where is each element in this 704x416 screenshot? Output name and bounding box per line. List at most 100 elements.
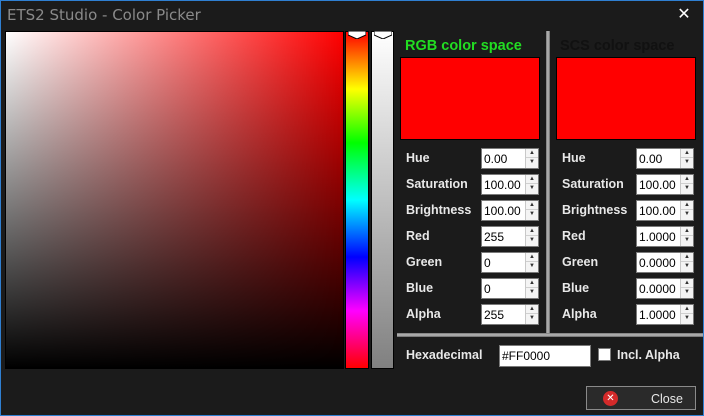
arrow-down-icon[interactable]: ▼ (526, 158, 538, 167)
arrow-down-icon[interactable]: ▼ (526, 236, 538, 245)
scs-brightness-label: Brightness (562, 203, 628, 217)
rgb-alpha-value[interactable]: 255 (484, 308, 504, 322)
spin-buttons: ▲ ▼ (680, 227, 693, 246)
incl-alpha-label: Incl. Alpha (617, 348, 680, 362)
scs-saturation-stepper[interactable]: 100.00 ▲ ▼ (636, 174, 694, 195)
hue-slider-marker-icon[interactable] (348, 31, 366, 39)
rgb-blue-stepper[interactable]: 0 ▲ ▼ (481, 278, 539, 299)
spin-buttons: ▲ ▼ (680, 149, 693, 168)
rgb-blue-value[interactable]: 0 (484, 282, 491, 296)
color-picker-window: ETS2 Studio - Color Picker ✕ RGB color s… (0, 0, 704, 416)
rgb-red-stepper[interactable]: 255 ▲ ▼ (481, 226, 539, 247)
spin-buttons: ▲ ▼ (680, 279, 693, 298)
spin-buttons: ▲ ▼ (680, 253, 693, 272)
arrow-down-icon[interactable]: ▼ (681, 262, 693, 271)
rgb-saturation-value[interactable]: 100.00 (484, 178, 521, 192)
arrow-up-icon[interactable]: ▲ (681, 149, 693, 158)
spin-buttons: ▲ ▼ (525, 305, 538, 324)
rgb-green-stepper[interactable]: 0 ▲ ▼ (481, 252, 539, 273)
hexadecimal-input[interactable] (499, 345, 591, 367)
scs-blue-stepper[interactable]: 0.0000 ▲ ▼ (636, 278, 694, 299)
rgb-red-label: Red (406, 229, 430, 243)
rgb-brightness-stepper[interactable]: 100.00 ▲ ▼ (481, 200, 539, 221)
alpha-slider-marker-icon[interactable] (374, 31, 392, 39)
arrow-down-icon[interactable]: ▼ (681, 236, 693, 245)
rgb-green-value[interactable]: 0 (484, 256, 491, 270)
spin-buttons: ▲ ▼ (680, 175, 693, 194)
scs-color-preview (556, 57, 696, 140)
scs-blue-value[interactable]: 0.0000 (639, 282, 676, 296)
arrow-down-icon[interactable]: ▼ (526, 288, 538, 297)
arrow-down-icon[interactable]: ▼ (681, 158, 693, 167)
scs-brightness-stepper[interactable]: 100.00 ▲ ▼ (636, 200, 694, 221)
spin-buttons: ▲ ▼ (525, 201, 538, 220)
spin-buttons: ▲ ▼ (525, 175, 538, 194)
panel-divider-horizontal (397, 333, 703, 337)
spin-buttons: ▲ ▼ (525, 227, 538, 246)
scs-brightness-value[interactable]: 100.00 (639, 204, 676, 218)
scs-hue-value[interactable]: 0.00 (639, 152, 662, 166)
arrow-up-icon[interactable]: ▲ (526, 149, 538, 158)
scs-panel-title: SCS color space (560, 38, 675, 54)
arrow-up-icon[interactable]: ▲ (526, 227, 538, 236)
rgb-hue-value[interactable]: 0.00 (484, 152, 507, 166)
rgb-color-preview (400, 57, 540, 140)
arrow-down-icon[interactable]: ▼ (681, 314, 693, 323)
arrow-up-icon[interactable]: ▲ (681, 175, 693, 184)
window-close-icon[interactable]: ✕ (675, 5, 693, 23)
rgb-panel-title: RGB color space (405, 38, 522, 54)
arrow-up-icon[interactable]: ▲ (681, 227, 693, 236)
arrow-down-icon[interactable]: ▼ (681, 210, 693, 219)
saturation-brightness-area[interactable] (5, 31, 344, 369)
scs-alpha-value[interactable]: 1.0000 (639, 308, 676, 322)
spin-buttons: ▲ ▼ (525, 279, 538, 298)
scs-red-label: Red (562, 229, 586, 243)
arrow-up-icon[interactable]: ▲ (526, 201, 538, 210)
rgb-saturation-stepper[interactable]: 100.00 ▲ ▼ (481, 174, 539, 195)
scs-blue-label: Blue (562, 281, 590, 295)
arrow-down-icon[interactable]: ▼ (526, 210, 538, 219)
hue-slider[interactable] (345, 31, 369, 369)
scs-saturation-value[interactable]: 100.00 (639, 178, 676, 192)
scs-hue-label: Hue (562, 151, 586, 165)
rgb-red-value[interactable]: 255 (484, 230, 504, 244)
rgb-alpha-label: Alpha (406, 307, 441, 321)
arrow-up-icon[interactable]: ▲ (681, 279, 693, 288)
close-button[interactable]: ✕ Close (586, 386, 696, 410)
arrow-up-icon[interactable]: ▲ (526, 175, 538, 184)
arrow-up-icon[interactable]: ▲ (526, 253, 538, 262)
arrow-down-icon[interactable]: ▼ (681, 184, 693, 193)
scs-alpha-label: Alpha (562, 307, 597, 321)
alpha-slider[interactable] (371, 31, 394, 369)
arrow-up-icon[interactable]: ▲ (681, 201, 693, 210)
arrow-down-icon[interactable]: ▼ (526, 184, 538, 193)
close-button-label: Close (651, 392, 683, 406)
rgb-brightness-label: Brightness (406, 203, 472, 217)
spin-buttons: ▲ ▼ (680, 305, 693, 324)
scs-hue-stepper[interactable]: 0.00 ▲ ▼ (636, 148, 694, 169)
hexadecimal-label: Hexadecimal (406, 348, 483, 362)
rgb-alpha-stepper[interactable]: 255 ▲ ▼ (481, 304, 539, 325)
panel-divider-vertical (546, 31, 550, 335)
scs-green-stepper[interactable]: 0.0000 ▲ ▼ (636, 252, 694, 273)
scs-green-value[interactable]: 0.0000 (639, 256, 676, 270)
incl-alpha-checkbox[interactable] (598, 348, 611, 361)
arrow-up-icon[interactable]: ▲ (526, 279, 538, 288)
spin-buttons: ▲ ▼ (525, 149, 538, 168)
rgb-hue-stepper[interactable]: 0.00 ▲ ▼ (481, 148, 539, 169)
title-bar[interactable]: ETS2 Studio - Color Picker ✕ (1, 1, 703, 30)
scs-alpha-stepper[interactable]: 1.0000 ▲ ▼ (636, 304, 694, 325)
spin-buttons: ▲ ▼ (680, 201, 693, 220)
window-title: ETS2 Studio - Color Picker (7, 6, 201, 24)
arrow-up-icon[interactable]: ▲ (526, 305, 538, 314)
arrow-up-icon[interactable]: ▲ (681, 305, 693, 314)
rgb-brightness-value[interactable]: 100.00 (484, 204, 521, 218)
arrow-up-icon[interactable]: ▲ (681, 253, 693, 262)
arrow-down-icon[interactable]: ▼ (526, 262, 538, 271)
scs-green-label: Green (562, 255, 599, 269)
arrow-down-icon[interactable]: ▼ (526, 314, 538, 323)
scs-red-value[interactable]: 1.0000 (639, 230, 676, 244)
rgb-hue-label: Hue (406, 151, 430, 165)
arrow-down-icon[interactable]: ▼ (681, 288, 693, 297)
scs-red-stepper[interactable]: 1.0000 ▲ ▼ (636, 226, 694, 247)
